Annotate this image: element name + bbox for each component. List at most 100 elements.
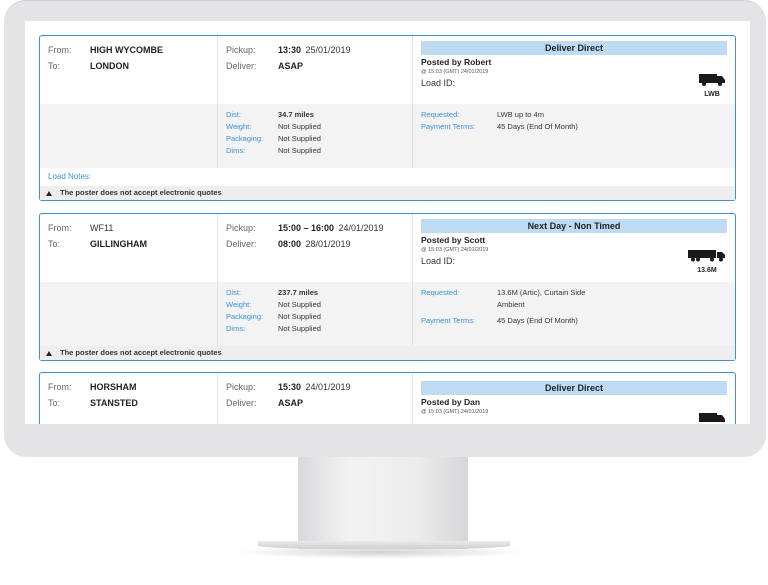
to-location: STANSTED <box>90 398 138 408</box>
load-details-cell: Dist: 237.7 miles Weight: Not Supplied Pac… <box>218 282 413 346</box>
to-label: To: <box>48 239 61 249</box>
route-cell: From: HORSHAM To: STANSTED <box>40 373 218 424</box>
monitor-bezel: From: HIGH WYCOMBE To: LONDON Pickup: 13:30… <box>4 0 766 457</box>
from-location: HIGH WYCOMBE <box>90 45 163 55</box>
posted-by[interactable]: Posted by Robert <box>421 57 727 68</box>
poster-cell: Deliver Direct Posted by Dan @ 15:03 (GM… <box>413 373 735 424</box>
dims: Not Supplied <box>278 146 321 155</box>
dims: Not Supplied <box>278 324 321 333</box>
weight: Not Supplied <box>278 300 321 309</box>
poster-cell: Next Day - Non Timed Posted by Scott @ 1… <box>413 214 735 282</box>
deliver-date: 28/01/2019 <box>305 239 351 249</box>
artic-truck-icon <box>688 250 725 262</box>
dist-label: Dist: <box>226 288 241 297</box>
distance: 237.7 miles <box>278 288 319 297</box>
route-cell: From: WF11 To: GILLINGHAM <box>40 214 218 282</box>
requested-label: Requested: <box>421 288 460 297</box>
pickup-time: 13:30 <box>278 45 302 55</box>
pickup-time: 15:30 <box>278 382 302 392</box>
pickup-time: 15:00 – 16:00 <box>278 223 335 233</box>
empty-cell <box>40 282 218 346</box>
packaging: Not Supplied <box>278 312 321 321</box>
delivery-type-banner: Deliver Direct <box>421 41 727 55</box>
from-location: HORSHAM <box>90 382 137 392</box>
to-label: To: <box>48 398 61 408</box>
collapse-arrow-icon[interactable] <box>46 190 52 196</box>
weight: Not Supplied <box>278 122 321 131</box>
load-notes-link[interactable]: Load Notes: <box>40 168 735 186</box>
monitor-stand-base <box>258 541 510 549</box>
empty-cell <box>40 104 218 168</box>
quote-notice-text: The poster does not accept electronic qu… <box>60 348 222 357</box>
quote-notice[interactable]: The poster does not accept electronic qu… <box>40 186 735 200</box>
pickup-label: Pickup: <box>226 382 256 392</box>
collapse-arrow-icon[interactable] <box>46 350 52 356</box>
pickup-date: 24/01/2019 <box>305 382 351 392</box>
payment-terms-label: Payment Terms: <box>421 122 476 131</box>
vehicle-label: LWB <box>704 91 720 98</box>
requirements-cell: Requested: LWB up to 4m Payment Terms: 45 … <box>413 104 735 168</box>
from-label: From: <box>48 223 72 233</box>
deliver-time: ASAP <box>278 61 304 71</box>
quote-notice[interactable]: The poster does not accept electronic qu… <box>40 346 735 360</box>
requested-label: Requested: <box>421 110 460 119</box>
deliver-time: 08:00 <box>278 239 302 249</box>
monitor-stand-neck <box>298 457 468 549</box>
load-details-cell: Dist: 34.7 miles Weight: Not Supplied Pack… <box>218 104 413 168</box>
load-card[interactable]: From: HORSHAM To: STANSTED Pickup: 15:30 24… <box>39 372 736 424</box>
pickup-date: 25/01/2019 <box>305 45 351 55</box>
load-id-label: Load ID: <box>421 78 456 88</box>
vehicle-badge: LWB <box>697 72 727 98</box>
posted-by[interactable]: Posted by Scott <box>421 235 727 246</box>
packaging: Not Supplied <box>278 134 321 143</box>
vehicle-label: 13.6M <box>697 267 717 274</box>
dims-label: Dims: <box>226 324 246 333</box>
van-icon <box>699 413 725 422</box>
dims-label: Dims: <box>226 146 246 155</box>
payment-terms: 45 Days (End Of Month) <box>497 316 578 325</box>
schedule-cell: Pickup: 15:30 24/01/2019 Deliver: ASAP <box>218 373 413 424</box>
load-card[interactable]: From: HIGH WYCOMBE To: LONDON Pickup: 13:30… <box>39 35 736 201</box>
requested-temperature: Ambient <box>497 300 525 309</box>
dist-label: Dist: <box>226 110 241 119</box>
deliver-label: Deliver: <box>226 398 257 408</box>
vehicle-badge: 13.6M <box>687 248 727 274</box>
quote-notice-text: The poster does not accept electronic qu… <box>60 188 222 197</box>
posted-by[interactable]: Posted by Dan <box>421 397 727 408</box>
monitor-screen: From: HIGH WYCOMBE To: LONDON Pickup: 13:30… <box>25 21 750 424</box>
to-location: LONDON <box>90 61 129 71</box>
weight-label: Weight: <box>226 122 252 131</box>
requested-vehicle: 13.6M (Artic), Curtain Side <box>497 288 586 297</box>
schedule-cell: Pickup: 15:00 – 16:00 24/01/2019 Deliver:… <box>218 214 413 282</box>
deliver-label: Deliver: <box>226 61 257 71</box>
to-label: To: <box>48 61 61 71</box>
schedule-cell: Pickup: 13:30 25/01/2019 Deliver: ASAP <box>218 36 413 104</box>
pickup-date: 24/01/2019 <box>338 223 384 233</box>
from-location: WF11 <box>90 223 114 233</box>
requirements-cell: Requested: 13.6M (Artic), Curtain Side Am… <box>413 282 735 346</box>
pickup-label: Pickup: <box>226 223 256 233</box>
poster-cell: Deliver Direct Posted by Robert @ 15:03 … <box>413 36 735 104</box>
posted-timestamp: @ 15:03 (GMT) 24/01/2019 <box>421 409 489 415</box>
van-icon <box>699 74 725 86</box>
payment-terms-label: Payment Terms: <box>421 316 476 325</box>
packaging-label: Packaging: <box>226 134 264 143</box>
load-card[interactable]: From: WF11 To: GILLINGHAM Pickup: 15:00 – 1… <box>39 213 736 361</box>
packaging-label: Packaging: <box>226 312 264 321</box>
requested-vehicle: LWB up to 4m <box>497 110 544 119</box>
deliver-label: Deliver: <box>226 239 257 249</box>
from-label: From: <box>48 382 72 392</box>
payment-terms: 45 Days (End Of Month) <box>497 122 578 131</box>
delivery-type-banner: Next Day - Non Timed <box>421 219 727 233</box>
distance: 34.7 miles <box>278 110 314 119</box>
pickup-label: Pickup: <box>226 45 256 55</box>
route-cell: From: HIGH WYCOMBE To: LONDON <box>40 36 218 104</box>
delivery-type-banner: Deliver Direct <box>421 381 727 395</box>
deliver-time: ASAP <box>278 398 304 408</box>
vehicle-badge <box>697 411 727 424</box>
to-location: GILLINGHAM <box>90 239 147 249</box>
load-id-label: Load ID: <box>421 256 456 266</box>
posted-timestamp: @ 15:03 (GMT) 24/01/2019 <box>421 247 489 253</box>
weight-label: Weight: <box>226 300 252 309</box>
from-label: From: <box>48 45 72 55</box>
